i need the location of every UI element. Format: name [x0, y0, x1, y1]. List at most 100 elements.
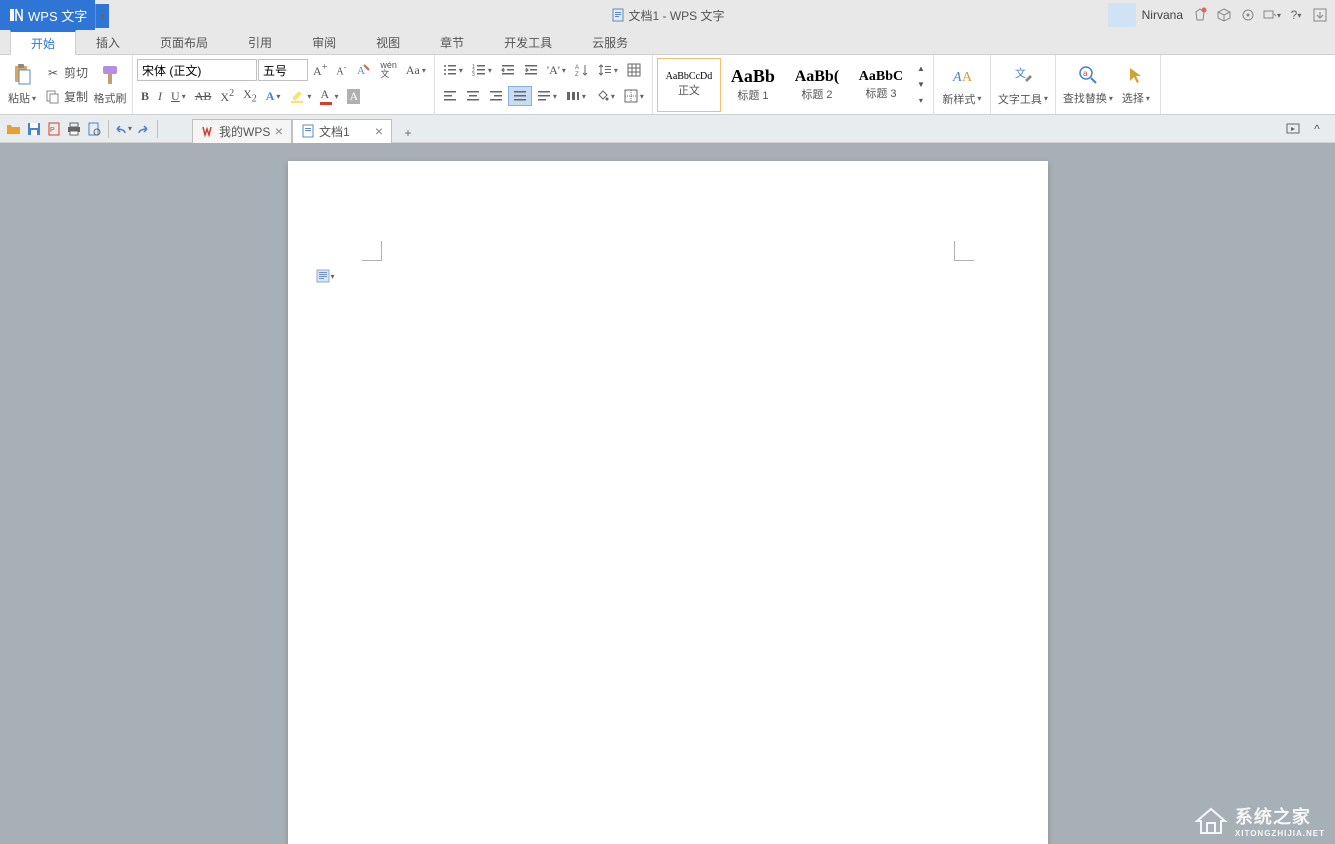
tab-document1[interactable]: 文档1 × [292, 119, 392, 143]
superscript-button[interactable]: X2 [216, 86, 238, 107]
user-name[interactable]: Nirvana [1142, 8, 1183, 22]
open-button[interactable] [4, 119, 24, 139]
save-button[interactable] [24, 119, 44, 139]
decrease-font-button[interactable]: A- [332, 61, 350, 79]
gear-icon[interactable] [1237, 4, 1259, 26]
increase-indent-button[interactable] [520, 61, 542, 79]
menu-tab-label: 视图 [376, 34, 400, 51]
bullet-list-button[interactable]: ▾ [439, 61, 467, 79]
menu-tab-references[interactable]: 引用 [228, 30, 292, 55]
copy-button[interactable]: 复制 [40, 86, 92, 108]
chevron-down-icon: ▾ [334, 92, 338, 101]
chevron-down-icon: ▾ [488, 66, 492, 75]
undo-button[interactable]: ▾ [113, 119, 133, 139]
numbered-list-button[interactable]: 123▾ [468, 61, 496, 79]
paragraph-layout-button[interactable]: ▾ [316, 269, 335, 283]
character-shading-button[interactable]: A [343, 87, 364, 106]
character-scale-button[interactable]: 'A'▾ [543, 61, 570, 80]
tab-close-button[interactable]: × [275, 123, 283, 139]
svg-text:A: A [575, 65, 579, 71]
select-button[interactable]: 选择▾ [1116, 57, 1156, 111]
menu-tab-insert[interactable]: 插入 [76, 30, 140, 55]
style-normal[interactable]: AaBbCcDd 正文 [657, 58, 721, 112]
redo-button[interactable] [133, 119, 153, 139]
align-center-button[interactable] [462, 87, 484, 105]
style-heading3[interactable]: AaBbC 标题 3 [849, 58, 913, 112]
style-scroll-up[interactable]: ▲ [913, 61, 929, 77]
insert-table-button[interactable] [623, 61, 645, 79]
align-center-icon [466, 89, 480, 103]
qat-right-controls: ^ [1283, 119, 1335, 139]
app-menu-dropdown[interactable]: ▼ [95, 4, 109, 28]
menu-tab-start[interactable]: 开始 [10, 30, 76, 55]
user-avatar[interactable] [1108, 3, 1136, 27]
increase-font-icon: A+ [313, 62, 327, 79]
menu-tab-cloud[interactable]: 云服务 [572, 30, 648, 55]
menu-tab-developer[interactable]: 开发工具 [484, 30, 572, 55]
screen-icon[interactable]: ▾ [1261, 4, 1283, 26]
new-tab-button[interactable]: + [398, 123, 418, 143]
borders-button[interactable]: ▾ [620, 87, 648, 105]
font-name-select[interactable] [137, 59, 257, 81]
menu-tab-page-layout[interactable]: 页面布局 [140, 30, 228, 55]
skin-icon[interactable] [1189, 4, 1211, 26]
align-left-button[interactable] [439, 87, 461, 105]
change-case-button[interactable]: Aa▾ [402, 61, 430, 80]
watermark-main: 系统之家 [1235, 803, 1325, 829]
menu-tab-chapter[interactable]: 章节 [420, 30, 484, 55]
style-expand[interactable]: ▾ [913, 93, 929, 109]
align-right-button[interactable] [485, 87, 507, 105]
help-icon[interactable]: ? ▾ [1285, 4, 1307, 26]
bold-button[interactable]: B [137, 87, 153, 106]
style-heading1[interactable]: AaBb 标题 1 [721, 58, 785, 112]
find-replace-button[interactable]: a 查找替换▾ [1060, 57, 1116, 111]
format-painter-icon [97, 62, 123, 88]
italic-icon: I [158, 89, 162, 104]
align-distribute-button[interactable]: ▾ [533, 87, 561, 105]
strikethrough-button[interactable]: AB [191, 87, 216, 106]
app-menu-button[interactable]: WPS 文字 [0, 0, 95, 30]
shading-color-button[interactable]: ▾ [591, 87, 619, 105]
font-color-button[interactable]: A▾ [316, 85, 342, 107]
style-scroll-down[interactable]: ▼ [913, 77, 929, 93]
menu-tab-review[interactable]: 审阅 [292, 30, 356, 55]
text-tools-button[interactable]: 文 文字工具▾ [995, 58, 1051, 112]
cut-button[interactable]: ✂剪切 [40, 62, 92, 84]
clear-format-button[interactable]: A [351, 60, 375, 80]
text-effects-button[interactable]: A▾ [262, 87, 285, 106]
line-spacing-button[interactable]: ▾ [594, 61, 622, 79]
format-painter-button[interactable]: 格式刷 [92, 57, 128, 111]
menu-tab-view[interactable]: 视图 [356, 30, 420, 55]
text-tools-label: 文字工具 [998, 91, 1042, 107]
bullet-list-icon [443, 63, 457, 77]
cube-icon[interactable] [1213, 4, 1235, 26]
font-size-select[interactable] [258, 59, 308, 81]
collapse-ribbon-button[interactable]: ^ [1307, 119, 1327, 139]
watermark-sub: XITONGZHIJIA.NET [1235, 829, 1325, 838]
tab-stops-button[interactable]: ▾ [562, 87, 590, 105]
new-style-button[interactable]: AA 新样式▾ [938, 58, 986, 112]
wps-logo-icon [201, 124, 215, 138]
print-preview-button[interactable] [84, 119, 104, 139]
style-heading2[interactable]: AaBb( 标题 2 [785, 58, 849, 112]
highlight-button[interactable]: ▾ [285, 86, 315, 106]
document-area[interactable]: ▾ 系统之家 XITONGZHIJIA.NET [0, 143, 1335, 844]
tab-my-wps[interactable]: 我的WPS × [192, 119, 292, 143]
sort-button[interactable]: AZ [571, 61, 593, 79]
style-preview: AaBb( [795, 68, 839, 86]
print-button[interactable] [64, 119, 84, 139]
phonetic-guide-button[interactable]: wén文 [376, 59, 401, 81]
export-pdf-button[interactable]: P [44, 119, 64, 139]
subscript-button[interactable]: X2 [239, 85, 261, 106]
paste-button[interactable]: 粘贴▾ [4, 57, 40, 111]
align-justify-button[interactable] [508, 86, 532, 106]
italic-button[interactable]: I [154, 87, 166, 106]
decrease-indent-button[interactable] [497, 61, 519, 79]
document-page[interactable]: ▾ [288, 161, 1048, 844]
presentation-mode-button[interactable] [1283, 119, 1303, 139]
minimize-to-tray-icon[interactable] [1309, 4, 1331, 26]
ribbon-group-clipboard: 粘贴▾ ✂剪切 复制 格式刷 [0, 55, 133, 114]
tab-close-button[interactable]: × [375, 123, 383, 139]
increase-font-button[interactable]: A+ [309, 60, 331, 81]
underline-button[interactable]: U▾ [167, 87, 190, 106]
